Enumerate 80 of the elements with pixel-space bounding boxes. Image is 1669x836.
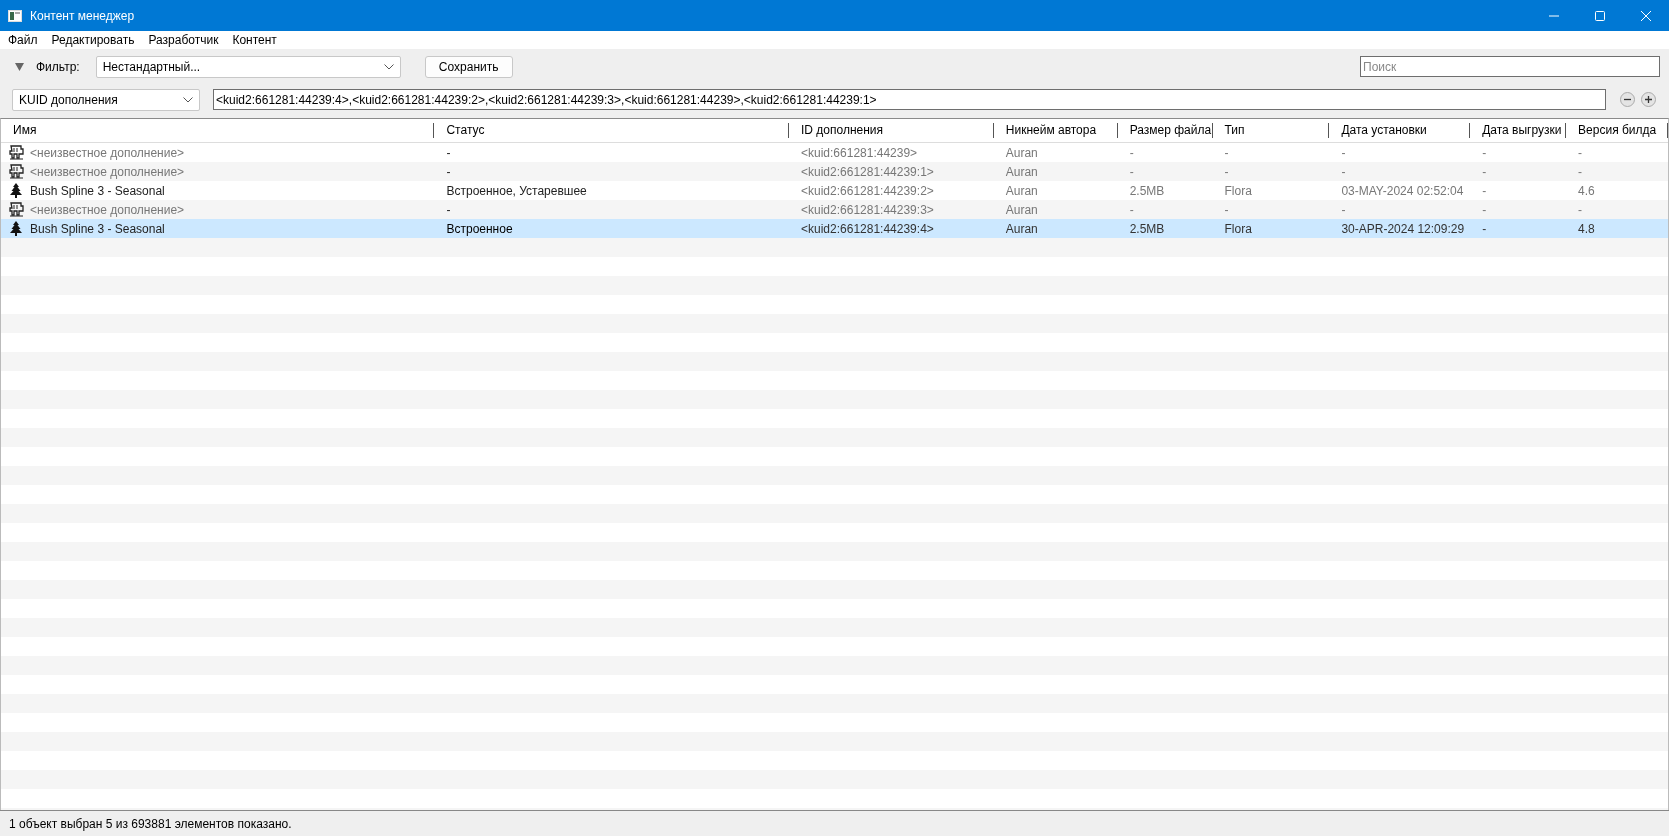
table-cell-text: Встроенное <box>445 221 514 236</box>
column-header[interactable]: ID дополнения <box>789 123 994 138</box>
table-row[interactable]: <неизвестное дополнение> - <kuid:661281:44239> Auran - - - - - <box>1 143 1668 162</box>
table-cell-text: - <box>1340 202 1347 217</box>
table-cell-text: <kuid2:661281:44239:3> <box>800 202 935 217</box>
table-cell-text: - <box>1128 164 1135 179</box>
save-button[interactable]: Сохранить <box>424 55 513 78</box>
filter-label: Фильтр: <box>36 59 80 74</box>
plus-button[interactable] <box>1641 92 1656 107</box>
table-cell-text: - <box>1481 202 1488 217</box>
name-cell: Bush Spline 3 - Seasonal <box>30 221 165 236</box>
table-row[interactable]: Bush Spline 3 - Seasonal Встроенное <kuid2:661281:44239:4> Auran 2.5MB Flora 30-APR-2024 12:09:29 - 4.8 <box>1 219 1668 238</box>
table-cell-text: - <box>1577 164 1584 179</box>
menu-item[interactable]: Файл <box>1 33 45 47</box>
column-header[interactable]: Имя <box>1 123 435 138</box>
name-cell: <неизвестное дополнение> <box>30 202 185 217</box>
window-title: Контент менеджер <box>30 8 135 23</box>
menu-item[interactable]: Разработчик <box>141 33 226 47</box>
table-cell-text: - <box>1128 145 1135 160</box>
field-dropdown[interactable]: KUID дополнения <box>12 88 200 111</box>
menu-item[interactable]: Контент <box>225 33 284 47</box>
table-cell-text: Auran <box>1004 145 1039 160</box>
column-header[interactable]: Статус <box>434 123 789 138</box>
table-cell-text: Auran <box>1004 164 1039 179</box>
table-cell-text: - <box>1223 164 1230 179</box>
plus-icon <box>1641 92 1656 107</box>
table-cell-text: Flora <box>1223 183 1253 198</box>
table-cell-text: - <box>1340 145 1347 160</box>
chevron-down-icon <box>383 63 394 70</box>
column-header[interactable]: Тип <box>1212 123 1330 138</box>
table-cell-text: <kuid2:661281:44239:2> <box>800 183 935 198</box>
column-header[interactable]: Дата установки <box>1329 123 1471 138</box>
table-cell-text: - <box>1481 145 1488 160</box>
app-icon <box>8 9 22 22</box>
table-cell-text: - <box>445 145 452 160</box>
table-cell-text: <kuid:661281:44239> <box>800 145 919 160</box>
table-cell-text: <kuid2:661281:44239:1> <box>800 164 935 179</box>
column-header[interactable]: Размер файла <box>1117 123 1213 138</box>
table-cell-text: 30-APR-2024 12:09:29 <box>1340 221 1466 236</box>
table-cell-text: - <box>1223 145 1230 160</box>
table-cell-text: Flora <box>1223 221 1253 236</box>
table-cell-text: 4.6 <box>1577 183 1596 198</box>
table-cell-text: - <box>1577 145 1584 160</box>
table-cell-text: - <box>1340 164 1347 179</box>
table-cell-text: Auran <box>1004 183 1039 198</box>
filter-dropdown[interactable]: Нестандартный... <box>95 55 401 78</box>
table-cell-text: Встроенное, Устаревшее <box>445 183 588 198</box>
name-cell: <неизвестное дополнение> <box>30 145 185 160</box>
status-text: 1 объект выбран 5 из 693881 элементов показано. <box>9 816 292 831</box>
table-cell-text: - <box>1481 164 1488 179</box>
table-cell-text: <kuid2:661281:44239:4> <box>800 221 935 236</box>
table-cell-text: - <box>1481 183 1488 198</box>
column-header[interactable]: Никнейм автора <box>993 123 1118 138</box>
table-cell-text: Auran <box>1004 221 1039 236</box>
table-cell-text: - <box>1481 221 1488 236</box>
table-cell-text: 2.5MB <box>1128 183 1166 198</box>
table-cell-text: - <box>1128 202 1135 217</box>
table-cell-text: - <box>1223 202 1230 217</box>
name-cell: <неизвестное дополнение> <box>30 164 185 179</box>
table-cell-text: 03-MAY-2024 02:52:04 <box>1340 183 1465 198</box>
minus-button[interactable] <box>1620 92 1635 107</box>
query-field[interactable]: <kuid2:661281:44239:4>,<kuid2:661281:44239:2>,<kuid2:661281:44239:3>,<kuid:661281:44239>,<kuid2:661281:44239:1> <box>213 89 1606 110</box>
column-header[interactable]: Версия билда <box>1566 123 1668 138</box>
collapse-arrow-icon <box>15 62 24 71</box>
search-field[interactable]: Поиск <box>1360 56 1660 77</box>
filter-toggle[interactable] <box>15 62 24 71</box>
table-cell-text: - <box>445 164 452 179</box>
table-row[interactable]: Bush Spline 3 - Seasonal Встроенное, Устаревшее <kuid2:661281:44239:2> Auran 2.5MB Flora 03-MAY-2024 02:52:04 - 4.6 <box>1 181 1668 200</box>
table-cell-text: - <box>445 202 452 217</box>
table-cell-text: - <box>1577 202 1584 217</box>
close-icon <box>1641 10 1651 21</box>
chevron-down-icon <box>183 96 193 103</box>
table-cell-text: Auran <box>1004 202 1039 217</box>
minus-icon <box>1620 92 1635 107</box>
menu-item[interactable]: Редактировать <box>44 33 142 47</box>
name-cell: Bush Spline 3 - Seasonal <box>30 183 165 198</box>
table-cell-text: 2.5MB <box>1128 221 1166 236</box>
table-cell-text: 4.8 <box>1577 221 1596 236</box>
maximize-icon <box>1595 10 1605 21</box>
column-header[interactable]: Дата выгрузки <box>1470 123 1567 138</box>
